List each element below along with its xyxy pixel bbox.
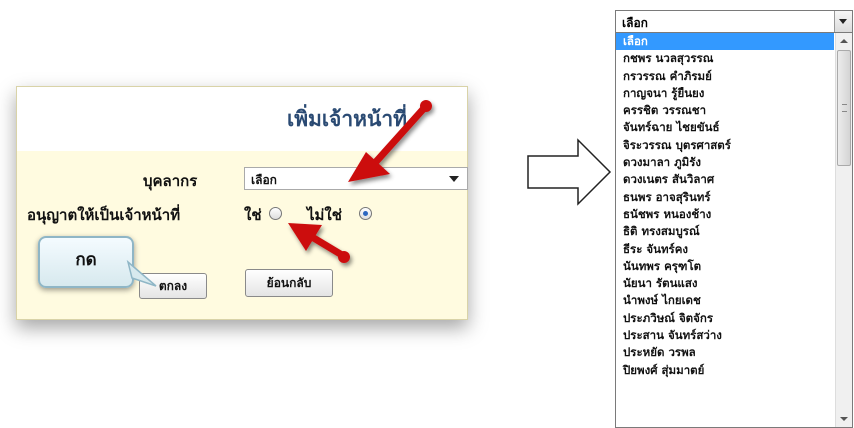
scroll-thumb[interactable]: [837, 50, 851, 166]
dropdown-scrollbar[interactable]: [835, 33, 852, 427]
dropdown-option[interactable]: ครรชิต วรรณชา: [616, 102, 834, 119]
dropdown-option[interactable]: ปิยพงศ์ สุ่มมาตย์: [616, 362, 834, 379]
radio-yes[interactable]: [269, 207, 282, 220]
dropdown-option[interactable]: นันทพร ครุฑโต: [616, 258, 834, 275]
scroll-down-icon[interactable]: [836, 411, 852, 427]
scroll-up-icon[interactable]: [836, 33, 852, 49]
personnel-dropdown-expanded[interactable]: เลือก เลือก กชพร นวลสุวรรณ กรวรรณ คำภิรมย์…: [615, 10, 853, 428]
option-yes-label: ใช่: [244, 206, 262, 224]
dropdown-option[interactable]: ธนัชพร หนองช้าง: [616, 206, 834, 223]
dropdown-option[interactable]: กาญจนา รู้ยืนยง: [616, 85, 834, 102]
dropdown-option[interactable]: ดวงมาลา ภูมิรัง: [616, 154, 834, 171]
chevron-down-icon[interactable]: [834, 11, 852, 32]
dropdown-value: เลือก: [622, 16, 648, 30]
dropdown-option[interactable]: ประสาน จันทร์สว่าง: [616, 327, 834, 344]
dropdown-option[interactable]: จิระวรรณ บุตรศาสตร์: [616, 137, 834, 154]
dropdown-option[interactable]: เลือก: [616, 33, 834, 51]
dropdown-option[interactable]: ธนพร อาจสุรินทร์: [616, 189, 834, 206]
dropdown-option[interactable]: จันทร์ฉาย ไชยขันธ์: [616, 119, 834, 136]
dropdown-option[interactable]: ธีระ จันทร์คง: [616, 241, 834, 258]
personnel-label: บุคลากร: [143, 172, 198, 190]
dropdown-option[interactable]: ธิติ ทรงสมบูรณ์: [616, 223, 834, 240]
dropdown-option[interactable]: ประภวิษณ์ จิตจักร: [616, 310, 834, 327]
dropdown-option[interactable]: ประหยัด วรพล: [616, 344, 834, 361]
dropdown-option[interactable]: ดวงเนตร สันวิลาศ: [616, 171, 834, 188]
dropdown-option[interactable]: นำพงษ์ ไกยเดช: [616, 292, 834, 309]
dropdown-select[interactable]: เลือก: [616, 11, 852, 33]
arrow-to-select: [348, 100, 432, 182]
callout-pointer: [126, 259, 157, 287]
personnel-select-value: เลือก: [251, 173, 277, 187]
dropdown-option[interactable]: กรวรรณ คำภิรมย์: [616, 68, 834, 85]
dropdown-list: เลือก กชพร นวลสุวรรณ กรวรรณ คำภิรมย์ กาญจนา…: [616, 33, 834, 427]
permission-label: อนุญาตให้เป็นเจ้าหน้าที่: [27, 206, 181, 224]
right-arrow-icon: [527, 138, 612, 206]
chevron-down-icon[interactable]: [449, 176, 459, 182]
dropdown-option[interactable]: กชพร นวลสุวรรณ: [616, 50, 834, 67]
dropdown-option[interactable]: นัยนา รัตนแสง: [616, 275, 834, 292]
arrow-to-radio: [288, 223, 350, 263]
